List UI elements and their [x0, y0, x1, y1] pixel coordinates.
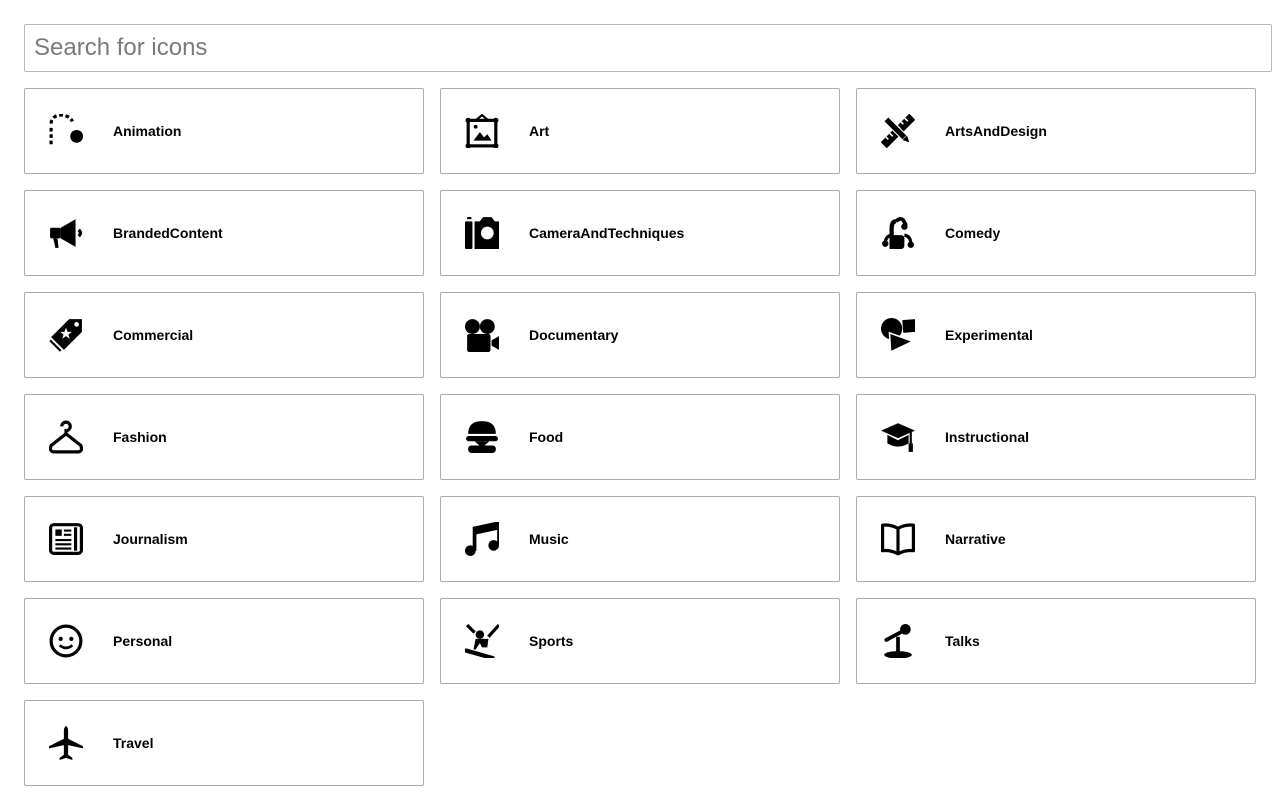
icon-card-food[interactable]: Food [440, 394, 840, 480]
icon-card-label: Art [529, 123, 550, 139]
commercial-icon [49, 318, 83, 352]
icon-card-personal[interactable]: Personal [24, 598, 424, 684]
icon-browser-page: Animation Art ArtsAndDesign BrandedConte… [0, 0, 1280, 810]
icon-card-commercial[interactable]: Commercial [24, 292, 424, 378]
icon-card-camera-and-techniques[interactable]: CameraAndTechniques [440, 190, 840, 276]
icon-card-label: Experimental [945, 327, 1033, 343]
icon-card-label: Travel [113, 735, 154, 751]
search-input[interactable] [24, 24, 1272, 72]
icon-card-music[interactable]: Music [440, 496, 840, 582]
icon-card-label: Narrative [945, 531, 1006, 547]
icon-card-fashion[interactable]: Fashion [24, 394, 424, 480]
icon-card-label: BrandedContent [113, 225, 223, 241]
branded-content-icon [49, 216, 83, 250]
arts-and-design-icon [881, 114, 915, 148]
instructional-icon [881, 420, 915, 454]
icon-card-label: Comedy [945, 225, 1001, 241]
icon-card-art[interactable]: Art [440, 88, 840, 174]
icon-card-branded-content[interactable]: BrandedContent [24, 190, 424, 276]
experimental-icon [881, 318, 915, 352]
icon-card-label: Talks [945, 633, 980, 649]
icon-card-experimental[interactable]: Experimental [856, 292, 1256, 378]
art-icon [465, 114, 499, 148]
camera-and-techniques-icon [465, 216, 499, 250]
icon-card-narrative[interactable]: Narrative [856, 496, 1256, 582]
icon-card-label: Fashion [113, 429, 167, 445]
fashion-icon [49, 420, 83, 454]
sports-icon [465, 624, 499, 658]
icon-card-arts-and-design[interactable]: ArtsAndDesign [856, 88, 1256, 174]
icon-card-animation[interactable]: Animation [24, 88, 424, 174]
icon-card-travel[interactable]: Travel [24, 700, 424, 786]
narrative-icon [881, 522, 915, 556]
icon-card-sports[interactable]: Sports [440, 598, 840, 684]
icon-card-label: Food [529, 429, 564, 445]
icon-card-label: Music [529, 531, 569, 547]
icon-card-comedy[interactable]: Comedy [856, 190, 1256, 276]
travel-icon [49, 726, 83, 760]
icon-card-journalism[interactable]: Journalism [24, 496, 424, 582]
icon-card-documentary[interactable]: Documentary [440, 292, 840, 378]
personal-icon [49, 624, 83, 658]
journalism-icon [49, 522, 83, 556]
icon-card-label: ArtsAndDesign [945, 123, 1047, 139]
talks-icon [881, 624, 915, 658]
icon-grid: Animation Art ArtsAndDesign BrandedConte… [24, 88, 1256, 786]
documentary-icon [465, 318, 499, 352]
icon-card-talks[interactable]: Talks [856, 598, 1256, 684]
icon-card-label: Sports [529, 633, 574, 649]
icon-card-label: Commercial [113, 327, 194, 343]
comedy-icon [881, 216, 915, 250]
icon-card-label: Journalism [113, 531, 188, 547]
animation-icon [49, 114, 83, 148]
icon-card-label: Instructional [945, 429, 1030, 445]
music-icon [465, 522, 499, 556]
icon-card-label: Documentary [529, 327, 619, 343]
icon-card-label: Personal [113, 633, 173, 649]
icon-card-label: CameraAndTechniques [529, 225, 685, 241]
icon-card-instructional[interactable]: Instructional [856, 394, 1256, 480]
icon-card-label: Animation [113, 123, 182, 139]
food-icon [465, 420, 499, 454]
